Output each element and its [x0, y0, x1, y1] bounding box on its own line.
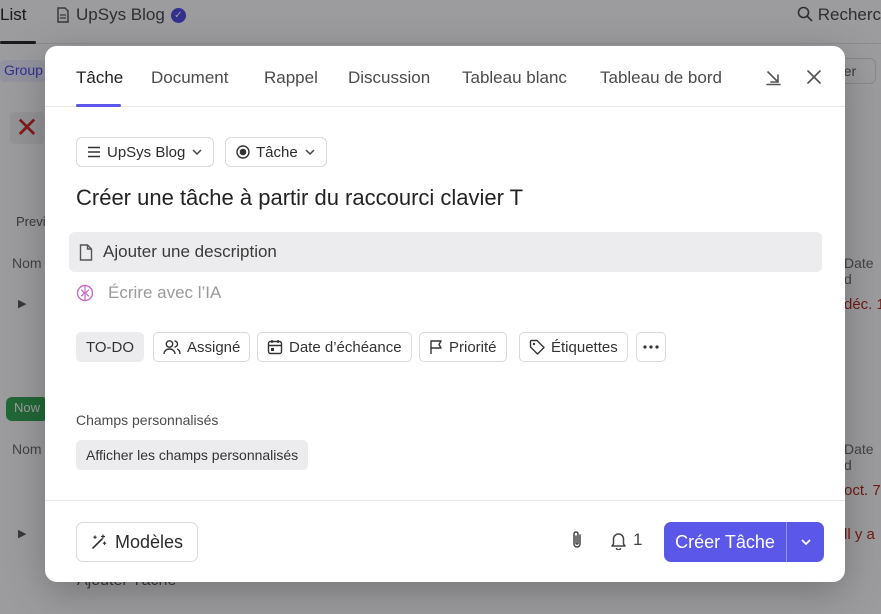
modal-footer: Modèles 1 Créer Tâche: [45, 500, 845, 582]
tab-tache[interactable]: Tâche: [76, 68, 123, 88]
write-with-ai-button[interactable]: Écrire avec l’IA: [76, 281, 221, 305]
tab-tableau-blanc[interactable]: Tableau blanc: [462, 68, 567, 88]
status-label: TO-DO: [86, 338, 135, 356]
users-icon: [163, 340, 181, 355]
list-icon: [88, 146, 100, 158]
templates-button[interactable]: Modèles: [76, 522, 199, 562]
due-date-button[interactable]: Date d’échéance: [257, 332, 412, 362]
paperclip-icon: [573, 531, 581, 548]
ai-brain-icon: [76, 284, 94, 302]
status-selector[interactable]: TO-DO: [76, 332, 145, 362]
create-task-split-button: Créer Tâche: [664, 522, 824, 562]
minimize-button[interactable]: [760, 64, 786, 90]
create-task-modal: Tâche Document Rappel Discussion Tableau…: [45, 46, 845, 582]
chevron-down-icon: [800, 539, 811, 546]
minimize-arrow-icon: [766, 71, 781, 86]
type-selector-label: Tâche: [256, 143, 298, 161]
description-field[interactable]: Ajouter une description: [69, 232, 822, 272]
tab-discussion[interactable]: Discussion: [348, 68, 430, 88]
custom-fields-label: Champs personnalisés: [76, 412, 219, 428]
list-selector-label: UpSys Blog: [107, 143, 186, 161]
list-selector[interactable]: UpSys Blog: [76, 137, 215, 167]
tab-tableau-de-bord[interactable]: Tableau de bord: [600, 68, 722, 88]
tags-label: Étiquettes: [551, 338, 618, 356]
type-selector[interactable]: Tâche: [225, 137, 327, 167]
tag-icon: [529, 339, 545, 355]
close-icon: [807, 70, 821, 84]
tags-button[interactable]: Étiquettes: [519, 332, 628, 362]
assignee-button[interactable]: Assigné: [153, 332, 251, 362]
reminder-count: 1: [633, 530, 643, 549]
active-tab-indicator: [76, 104, 121, 107]
magic-wand-icon: [92, 534, 107, 549]
priority-button[interactable]: Priorité: [419, 332, 507, 362]
calendar-icon: [267, 340, 283, 355]
attach-button[interactable]: [569, 530, 585, 550]
bell-icon: [611, 532, 626, 550]
more-horizontal-icon: [643, 345, 659, 349]
close-button[interactable]: [801, 64, 827, 90]
due-date-label: Date d’échéance: [289, 338, 402, 356]
write-with-ai-label: Écrire avec l’IA: [108, 283, 222, 302]
document-icon: [79, 243, 93, 261]
task-title-input[interactable]: Créer une tâche à partir du raccourci cl…: [76, 185, 523, 211]
more-options-button[interactable]: [636, 332, 666, 362]
modal-tabs: Tâche Document Rappel Discussion Tableau…: [45, 46, 845, 107]
templates-label: Modèles: [115, 531, 184, 552]
task-type-icon: [236, 145, 250, 159]
create-options-dropdown[interactable]: [787, 522, 824, 562]
priority-label: Priorité: [449, 338, 497, 356]
reminder-button[interactable]: 1: [610, 530, 642, 550]
assignee-label: Assigné: [187, 338, 241, 356]
tab-rappel[interactable]: Rappel: [264, 68, 318, 88]
description-placeholder: Ajouter une description: [103, 242, 277, 261]
flag-icon: [430, 340, 442, 354]
chevron-down-icon: [305, 149, 315, 156]
show-custom-fields-button[interactable]: Afficher les champs personnalisés: [76, 440, 309, 470]
tab-document[interactable]: Document: [151, 68, 228, 88]
chevron-down-icon: [192, 149, 202, 156]
create-task-button[interactable]: Créer Tâche: [664, 522, 786, 562]
